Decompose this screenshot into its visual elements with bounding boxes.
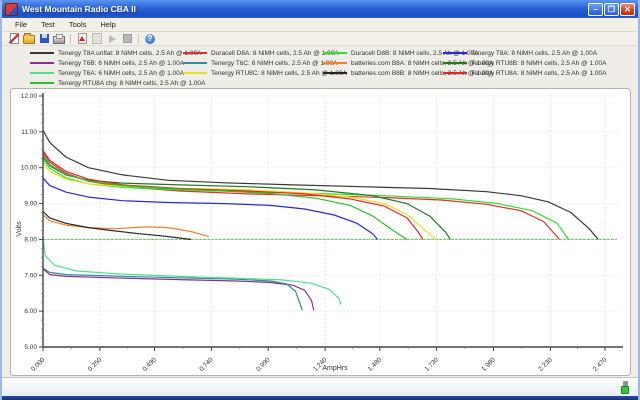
stop-test-icon (123, 34, 132, 43)
legend-swatch (443, 62, 467, 64)
help-button[interactable]: ? (144, 33, 156, 44)
y-tick-label: 9.00 (24, 201, 37, 208)
toolbar: ? (2, 32, 638, 46)
usb-connected-icon (621, 381, 630, 392)
legend-swatch (183, 72, 207, 74)
save-button[interactable] (38, 33, 50, 44)
legend-item: Tenergy RTU8B: 8 NiMH cells, 2.5 Ah @ 1.… (443, 58, 606, 68)
legend-swatch (30, 82, 54, 84)
legend-label: Tenergy T6B: 6 NiMH cells, 2.5 Ah @ 1.00… (58, 60, 184, 67)
legend-swatch (30, 62, 54, 64)
save-icon (40, 34, 49, 43)
legend-label: Tenergy T6A: 6 NiMH cells, 2.5 Ah @ 1.00… (58, 70, 184, 77)
print-icon (53, 36, 65, 44)
y-tick-label: 7.00 (24, 272, 37, 279)
y-tick-label: 10.00 (21, 165, 38, 172)
chart-panel: 5.00 6.00 7.00 8.00 9.00 10.00 11.00 12.00 0.000… (10, 88, 631, 376)
series-batteries-com-b8a (43, 215, 209, 237)
menu-file[interactable]: File (8, 20, 34, 29)
y-tick-label: 11.00 (21, 129, 37, 136)
legend-swatch (30, 72, 54, 74)
x-tick-label: 2.230 (537, 356, 554, 373)
y-tick-label: 6.00 (24, 308, 37, 315)
discharge-chart: 5.00 6.00 7.00 8.00 9.00 10.00 11.00 12.00 0.000… (11, 89, 630, 375)
app-icon (5, 3, 18, 16)
legend-item: Tenergy RTU8A: 8 NiMH cells, 2.5 Ah @ 1.… (443, 68, 606, 78)
series-duracell-d8a (43, 153, 560, 240)
start-test-button[interactable] (106, 33, 118, 44)
window-title: West Mountain Radio CBA II (22, 4, 588, 14)
legend-column: Tenergy T8A: 8 NiMH cells, 2.5 Ah @ 1.00… (443, 48, 606, 78)
x-tick-label: 0.000 (30, 356, 47, 373)
x-tick-label: 1.480 (367, 356, 384, 373)
close-button[interactable]: ✕ (620, 3, 635, 16)
series-tenergy-t8a (43, 178, 378, 240)
x-tick-label: 0.250 (87, 356, 104, 373)
open-file-button[interactable] (23, 33, 35, 44)
series-duracell-d8b (43, 160, 569, 240)
new-test-button[interactable] (8, 33, 20, 44)
client-area: Tenergy T8A unflat: 8 NiMH cells, 2.5 Ah… (2, 46, 638, 378)
x-tick-label: 2.470 (592, 356, 609, 373)
x-axis-label: AmpHrs (322, 365, 348, 372)
menu-bar: File Test Tools Help (2, 18, 638, 32)
legend-swatch (183, 62, 207, 64)
toolbar-separator (70, 34, 71, 44)
help-icon: ? (145, 34, 155, 44)
legend-item: Tenergy T6A: 6 NiMH cells, 2.5 Ah @ 1.00… (30, 68, 205, 78)
menu-tools[interactable]: Tools (62, 20, 94, 29)
legend-swatch (323, 72, 347, 74)
title-bar[interactable]: West Mountain Radio CBA II – ❐ ✕ (2, 0, 638, 18)
open-file-icon (23, 35, 35, 44)
y-tick-label: 5.00 (24, 344, 37, 351)
window-bottom-border (2, 396, 638, 400)
legend-swatch (183, 52, 207, 54)
x-tick-label: 0.490 (141, 356, 158, 373)
legend-label: Tenergy RTU8A: 8 NiMH cells, 2.5 Ah @ 1.… (471, 70, 606, 77)
x-tick-label: 1.980 (480, 356, 497, 373)
notes-button[interactable] (91, 33, 103, 44)
restore-button[interactable]: ❐ (604, 3, 619, 16)
minimize-button[interactable]: – (588, 3, 603, 16)
legend-item: Tenergy T8A: 8 NiMH cells, 2.5 Ah @ 1.00… (443, 48, 606, 58)
series-tenergy-t6c (43, 268, 302, 310)
legend-column: Tenergy T8A unflat: 8 NiMH cells, 2.5 Ah… (30, 48, 205, 88)
legend-item: Tenergy T6B: 6 NiMH cells, 2.5 Ah @ 1.00… (30, 58, 205, 68)
menu-test[interactable]: Test (34, 20, 62, 29)
toolbar-separator (138, 34, 139, 44)
legend-label: Tenergy T8A unflat: 8 NiMH cells, 2.5 Ah… (58, 50, 201, 57)
y-tick-label: 12.00 (21, 93, 38, 100)
legend-label: Tenergy RTU8B: 8 NiMH cells, 2.5 Ah @ 1.… (471, 60, 606, 67)
legend-item: Tenergy RTU8A chg: 8 NiMH cells, 2.5 Ah … (30, 78, 205, 88)
start-test-icon (109, 35, 116, 43)
y-tick-label: 8.00 (24, 236, 37, 243)
x-tick-label: 1.730 (424, 356, 441, 373)
legend-label: Tenergy RTU8A chg: 8 NiMH cells, 2.5 Ah … (58, 80, 205, 87)
legend-label: Tenergy T6C: 6 NiMH cells, 2.5 Ah @ 1.00… (211, 60, 337, 67)
legend-item: Tenergy T8A unflat: 8 NiMH cells, 2.5 Ah… (30, 48, 205, 58)
y-axis-label: Volts (16, 221, 23, 237)
legend-label: Duracell D8A: 8 NiMH cells, 2.5 Ah @ 1.0… (211, 50, 339, 57)
print-button[interactable] (53, 33, 65, 44)
upload-calibrate-icon (78, 33, 87, 44)
notes-icon-disabled (92, 33, 102, 44)
legend-swatch (323, 52, 347, 54)
x-tick-label: 0.740 (198, 356, 215, 373)
stop-test-button[interactable] (121, 33, 133, 44)
legend-swatch (30, 52, 54, 54)
legend-label: Tenergy T8A: 8 NiMH cells, 2.5 Ah @ 1.00… (471, 50, 597, 57)
legend-swatch (443, 52, 467, 54)
status-bar (2, 377, 638, 396)
menu-help[interactable]: Help (93, 20, 122, 29)
x-tick-label: 0.990 (255, 356, 272, 373)
legend-swatch (323, 62, 347, 64)
chart-legend: Tenergy T8A unflat: 8 NiMH cells, 2.5 Ah… (2, 46, 638, 86)
legend-swatch (443, 72, 467, 74)
upload-button[interactable] (76, 33, 88, 44)
app-window: West Mountain Radio CBA II – ❐ ✕ File Te… (0, 0, 640, 400)
